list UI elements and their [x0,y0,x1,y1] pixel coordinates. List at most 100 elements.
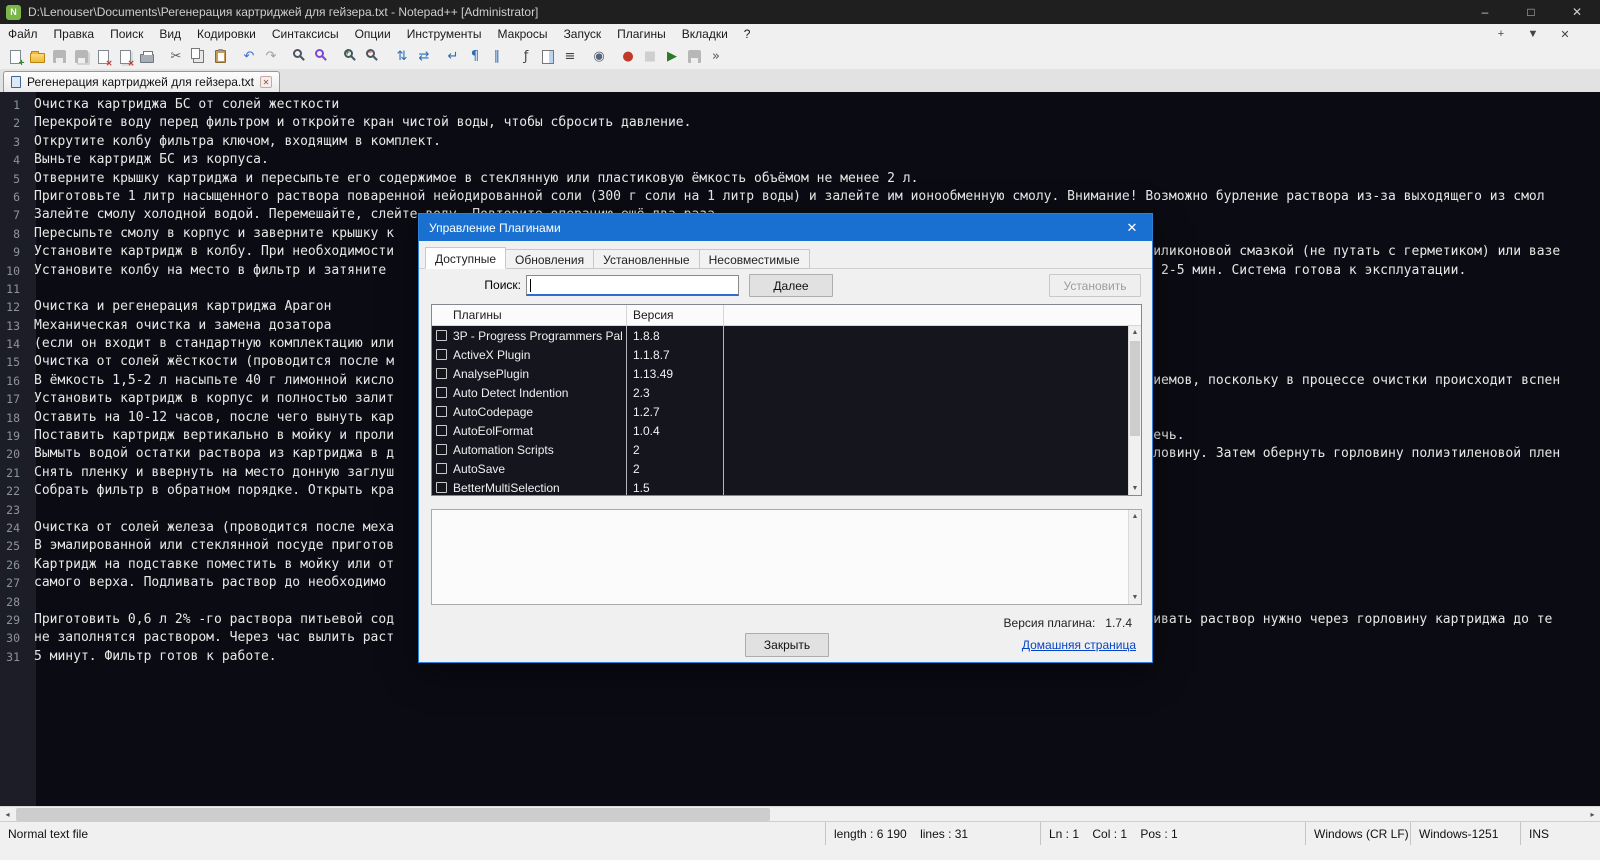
plugin-row[interactable]: 3P - Progress Programmers Pal1.8.8 [432,326,1141,345]
close-file-icon[interactable] [92,46,114,67]
tab-close-icon[interactable]: ✕ [260,76,272,88]
horizontal-scrollbar[interactable] [0,806,1600,821]
restore-button[interactable]: □ [1508,0,1554,24]
menu-item-9[interactable]: Запуск [556,24,610,44]
paste-icon[interactable] [209,46,231,67]
stop-macro-icon[interactable]: ■ [639,46,661,67]
scroll-right-arrow-icon[interactable] [1585,807,1600,822]
run-macro-multiple-icon[interactable]: » [705,46,727,67]
close-window-button[interactable]: ✕ [1554,0,1600,24]
plugin-checkbox[interactable] [436,349,447,360]
indent-guide-icon[interactable]: ∥ [486,46,508,67]
plugin-row[interactable]: AutoCodepage1.2.7 [432,402,1141,421]
play-macro-icon[interactable]: ▶ [661,46,683,67]
status-encoding[interactable]: Windows-1251 [1410,822,1520,845]
new-file-icon[interactable] [4,46,26,67]
dialog-close-icon[interactable]: ✕ [1112,214,1152,241]
zoom-out-icon[interactable] [362,46,384,67]
dialog-tab-0[interactable]: Доступные [425,247,506,269]
plugin-checkbox[interactable] [436,368,447,379]
menu-item-3[interactable]: Вид [151,24,189,44]
save-file-icon[interactable] [48,46,70,67]
plugin-checkbox[interactable] [436,482,447,493]
status-eol-format[interactable]: Windows (CR LF) [1305,822,1410,845]
find-icon[interactable] [289,46,311,67]
menu-item-7[interactable]: Инструменты [399,24,490,44]
plugin-checkbox[interactable] [436,387,447,398]
document-list-icon[interactable]: ≡ [559,46,581,67]
plugin-row[interactable]: BetterMultiSelection1.5 [432,478,1141,495]
plugin-row[interactable]: Auto Detect Indention2.3 [432,383,1141,402]
dialog-tab-3[interactable]: Несовместимые [700,249,810,269]
plugin-version: 1.5 [627,481,724,495]
scroll-down-arrow-icon[interactable] [1129,591,1141,604]
plugin-search-input[interactable] [526,275,739,296]
tab-list-button[interactable]: ▼ [1526,28,1540,41]
description-scrollbar[interactable] [1128,510,1141,604]
menu-item-10[interactable]: Плагины [609,24,674,44]
dialog-tab-2[interactable]: Установленные [594,249,699,269]
status-cursor-position: Ln : 1 Col : 1 Pos : 1 [1040,822,1305,845]
plugin-row[interactable]: AutoSave2 [432,459,1141,478]
copy-icon[interactable] [187,46,209,67]
install-button[interactable]: Установить [1049,274,1141,297]
status-insert-mode[interactable]: INS [1520,822,1600,845]
next-button[interactable]: Далее [749,274,833,297]
cut-icon[interactable]: ✂ [165,46,187,67]
save-macro-icon[interactable] [683,46,705,67]
plugin-row[interactable]: Automation Scripts2 [432,440,1141,459]
word-wrap-icon[interactable]: ↵ [442,46,464,67]
plugin-name-cell: BetterMultiSelection [432,481,627,495]
plugin-row[interactable]: AutoEolFormat1.0.4 [432,421,1141,440]
menu-item-4[interactable]: Кодировки [189,24,264,44]
menu-item-0[interactable]: Файл [0,24,46,44]
menu-item-11[interactable]: Вкладки [674,24,736,44]
scroll-down-arrow-icon[interactable] [1129,482,1141,495]
scroll-up-arrow-icon[interactable] [1129,326,1141,339]
print-icon[interactable] [136,46,158,67]
plugin-checkbox[interactable] [436,463,447,474]
zoom-in-icon[interactable] [340,46,362,67]
plugin-name-cell: ActiveX Plugin [432,348,627,362]
show-all-characters-icon[interactable]: ¶ [464,46,486,67]
plugin-row[interactable]: ActiveX Plugin1.1.8.7 [432,345,1141,364]
plugin-list-scroll-thumb[interactable] [1130,341,1140,436]
new-tab-button[interactable]: + [1494,28,1508,41]
record-macro-icon[interactable]: ● [617,46,639,67]
dialog-tab-1[interactable]: Обновления [506,249,594,269]
undo-icon[interactable]: ↶ [238,46,260,67]
plugin-checkbox[interactable] [436,444,447,455]
plugin-list-scrollbar[interactable] [1128,326,1141,495]
sync-horizontal-scroll-icon[interactable]: ⇄ [413,46,435,67]
close-tab-button[interactable]: ✕ [1558,28,1572,41]
menu-item-6[interactable]: Опции [347,24,399,44]
menu-item-2[interactable]: Поиск [102,24,151,44]
plugin-checkbox[interactable] [436,330,447,341]
function-list-icon[interactable]: ƒ [515,46,537,67]
column-header-version[interactable]: Версия [627,305,724,325]
save-all-icon[interactable] [70,46,92,67]
dialog-close-button[interactable]: Закрыть [745,633,829,657]
plugin-row[interactable]: AnalysePlugin1.13.49 [432,364,1141,383]
sync-vertical-scroll-icon[interactable]: ⇅ [391,46,413,67]
open-file-icon[interactable] [26,46,48,67]
close-all-icon[interactable] [114,46,136,67]
minimize-button[interactable]: – [1462,0,1508,24]
plugin-checkbox[interactable] [436,425,447,436]
document-map-icon[interactable] [537,46,559,67]
scroll-up-arrow-icon[interactable] [1129,510,1141,523]
menu-item-8[interactable]: Макросы [490,24,556,44]
line-number: 5 [0,170,28,188]
horizontal-scroll-thumb[interactable] [16,808,770,821]
column-header-plugins[interactable]: Плагины [432,305,627,325]
menu-item-1[interactable]: Правка [46,24,103,44]
menu-item-12[interactable]: ? [736,24,759,44]
plugin-checkbox[interactable] [436,406,447,417]
menu-item-5[interactable]: Синтаксисы [264,24,347,44]
redo-icon[interactable]: ↷ [260,46,282,67]
replace-icon[interactable] [311,46,333,67]
home-page-link[interactable]: Домашняя страница [1022,638,1136,652]
file-tab[interactable]: Регенерация картриджей для гейзера.txt ✕ [3,71,280,92]
scroll-left-arrow-icon[interactable] [0,807,15,822]
monitoring-icon[interactable]: ◉ [588,46,610,67]
